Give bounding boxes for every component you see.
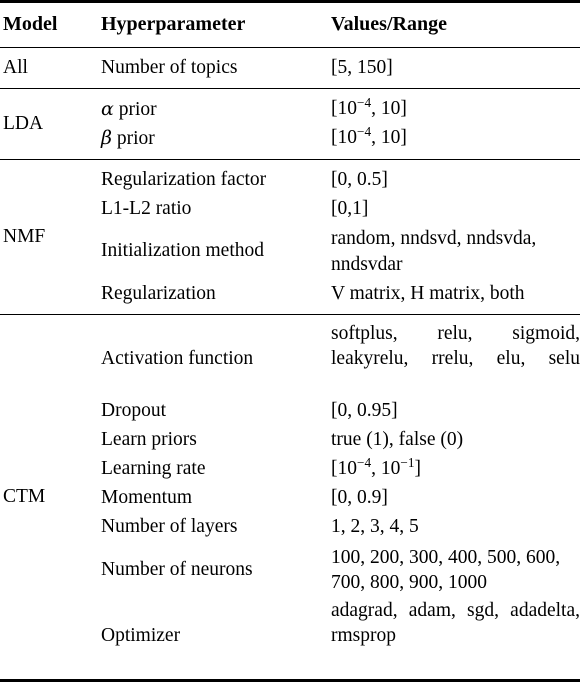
param-value: [0, 0.95] <box>331 400 398 422</box>
param-label: β prior <box>95 124 328 153</box>
param-value: [10−4, 10−1] <box>328 455 580 484</box>
table-row: Number of topics [5, 150] <box>95 54 580 83</box>
hyperparameter-table-figure: Model Hyperparameter Values/Range All Nu… <box>0 0 580 682</box>
column-header-values: Values/Range <box>331 13 447 35</box>
section-rows-lda: α prior [10−4, 10] β prior [10−4, 10] <box>95 95 580 153</box>
param-value: [0,1] <box>331 197 369 219</box>
param-label: Activation function <box>101 347 254 369</box>
math-tail: , 10] <box>371 127 407 149</box>
math-tail: ] <box>414 458 421 480</box>
param-value: softplus, relu, sigmoid, leakyrelu, rrel… <box>331 323 580 370</box>
param-label: Number of layers <box>101 516 238 538</box>
param-value: 1, 2, 3, 4, 5 <box>331 516 419 538</box>
table-row: Number of neurons 100, 200, 300, 400, 50… <box>95 542 580 598</box>
param-label: Number of neurons <box>101 558 253 580</box>
column-header-model: Model <box>3 13 58 35</box>
math-exponent: −4 <box>357 95 372 111</box>
param-value: [0, 0.5] <box>331 168 388 190</box>
table-row: α prior [10−4, 10] <box>95 95 580 124</box>
table-row: L1-L2 ratio [0,1] <box>95 195 580 224</box>
beta-range-math: [10−4, 10] <box>331 124 407 149</box>
math-exponent: −4 <box>357 124 372 140</box>
model-label-nmf: NMF <box>3 225 46 247</box>
table-row: Regularization factor [0, 0.5] <box>95 166 580 195</box>
section-rows-nmf: Regularization factor [0, 0.5] L1-L2 rat… <box>95 166 580 309</box>
param-value: [10−4, 10] <box>328 124 580 153</box>
param-label: Initialization method <box>101 240 264 262</box>
param-label-text: prior <box>111 127 155 149</box>
param-value: true (1), false (0) <box>331 429 464 451</box>
bottom-rule <box>0 679 580 682</box>
beta-symbol: β <box>101 126 112 149</box>
table-section-ctm: CTM Activation function softplus, relu, … <box>0 321 580 674</box>
param-label: Momentum <box>101 487 192 509</box>
param-label: Regularization <box>101 282 216 304</box>
math-mantissa: [10 <box>331 127 357 149</box>
param-label-text: prior <box>113 98 157 120</box>
model-label-all: All <box>3 56 28 78</box>
table-header: Model Hyperparameter Values/Range <box>0 0 580 48</box>
param-value: [0, 0.9] <box>331 487 388 509</box>
param-label: Regularization factor <box>101 168 267 190</box>
param-label: L1-L2 ratio <box>101 197 192 219</box>
table-section-nmf: NMF Regularization factor [0, 0.5] L1-L2… <box>0 166 580 309</box>
table-row: Regularization V matrix, H matrix, both <box>95 280 580 309</box>
table-row: Momentum [0, 0.9] <box>95 484 580 513</box>
math-exponent: −4 <box>357 455 372 471</box>
param-label: Number of topics <box>101 56 238 78</box>
param-label: Learning rate <box>101 458 206 480</box>
param-label: α prior <box>95 95 328 124</box>
learning-rate-range-math: [10−4, 10−1] <box>331 455 421 480</box>
table-row: Initialization method random, nndsvd, nn… <box>95 224 580 280</box>
table-row: β prior [10−4, 10] <box>95 124 580 153</box>
header-row: Model Hyperparameter Values/Range <box>0 3 580 47</box>
column-header-hyperparameter: Hyperparameter <box>101 13 246 35</box>
param-value: random, nndsvd, nndsvda, nndsvdar <box>331 228 537 275</box>
table-row: Dropout [0, 0.95] <box>95 397 580 426</box>
model-label-lda: LDA <box>3 112 44 134</box>
alpha-range-math: [10−4, 10] <box>331 95 407 120</box>
table-row: Learn priors true (1), false (0) <box>95 426 580 455</box>
table-row: Number of layers 1, 2, 3, 4, 5 <box>95 513 580 542</box>
param-label: Dropout <box>101 400 166 422</box>
table-body: All Number of topics [5, 150] LDA α prio… <box>0 46 580 682</box>
param-value: V matrix, H matrix, both <box>331 282 525 304</box>
section-rows-ctm: Activation function softplus, relu, sigm… <box>95 321 580 674</box>
math-mantissa: [10 <box>331 98 357 120</box>
param-value: [5, 150] <box>331 56 393 78</box>
table-section-lda: LDA α prior [10−4, 10] β prior [10−4, 10… <box>0 95 580 153</box>
param-value: [10−4, 10] <box>328 95 580 124</box>
table-section-all: All Number of topics [5, 150] <box>0 54 580 83</box>
model-label-ctm: CTM <box>3 486 46 508</box>
param-label: Optimizer <box>101 624 181 646</box>
math-mantissa: [10 <box>331 458 357 480</box>
table-row: Activation function softplus, relu, sigm… <box>95 321 580 397</box>
param-label: Learn priors <box>101 429 197 451</box>
hyperparameter-table: Model Hyperparameter Values/Range All Nu… <box>0 0 580 682</box>
param-value: adagrad, adam, sgd, adadelta, rmsprop <box>331 600 580 647</box>
math-exponent: −1 <box>400 455 415 471</box>
section-rows-all: Number of topics [5, 150] <box>95 54 580 83</box>
param-value: 100, 200, 300, 400, 500, 600, 700, 800, … <box>331 546 561 594</box>
table-row: Learning rate [10−4, 10−1] <box>95 455 580 484</box>
alpha-symbol: α <box>101 97 114 120</box>
math-tail: , 10] <box>371 98 407 120</box>
table-row: Optimizer adagrad, adam, sgd, adadelta, … <box>95 598 580 674</box>
math-mid: , 10 <box>371 458 401 480</box>
